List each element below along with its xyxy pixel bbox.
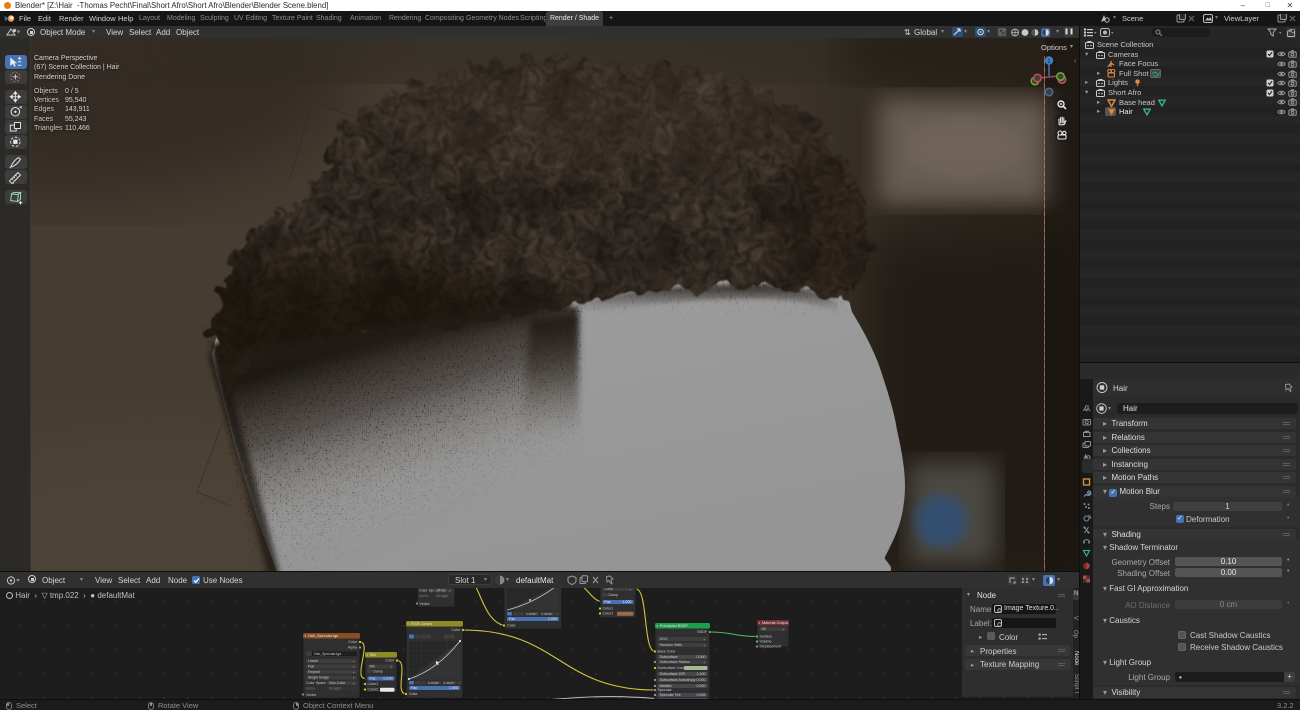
- svg-text:Principled BSDF: Principled BSDF: [660, 624, 689, 628]
- svg-text:Color: Color: [605, 588, 614, 591]
- svg-text:Alpha: Alpha: [348, 646, 357, 650]
- svg-text:Color2: Color2: [603, 612, 614, 616]
- svg-text:0.100: 0.100: [384, 677, 393, 681]
- svg-text:Subsurface Color: Subsurface Color: [658, 666, 687, 670]
- svg-text:GGX: GGX: [660, 637, 669, 641]
- svg-text:Displacement: Displacement: [760, 645, 782, 649]
- svg-text:1.000: 1.000: [449, 686, 458, 690]
- svg-text:0.48487: 0.48487: [444, 681, 455, 685]
- svg-text:Color: Color: [385, 659, 394, 663]
- svg-text:Surface: Surface: [760, 635, 772, 639]
- svg-text:0.000: 0.000: [697, 678, 706, 682]
- svg-text:Specular: Specular: [658, 688, 673, 692]
- svg-text:Fac: Fac: [605, 600, 611, 604]
- svg-text:1.000: 1.000: [623, 600, 632, 604]
- svg-text:1.400: 1.400: [697, 672, 706, 676]
- svg-text:0.48487: 0.48487: [526, 612, 537, 616]
- svg-text:All: All: [762, 627, 766, 631]
- svg-text:0.000: 0.000: [697, 684, 706, 688]
- svg-text:Color1: Color1: [368, 682, 379, 686]
- svg-text:Clamp: Clamp: [373, 670, 383, 674]
- svg-text:0.008: 0.008: [697, 693, 706, 697]
- svg-text:Specular Tint: Specular Tint: [660, 693, 681, 697]
- svg-text:0.000: 0.000: [697, 655, 706, 659]
- svg-text:Base Color: Base Color: [658, 650, 677, 654]
- svg-text:Subsurface IOR: Subsurface IOR: [660, 672, 686, 676]
- svg-text:Vector: Vector: [306, 693, 317, 697]
- svg-text:Color1: Color1: [603, 607, 614, 611]
- svg-text:Mix: Mix: [370, 665, 376, 669]
- svg-text:Vector: Vector: [420, 602, 431, 606]
- svg-text:Subsurface Radius: Subsurface Radius: [660, 660, 691, 664]
- svg-text:Alpha: Alpha: [306, 687, 315, 691]
- svg-text:Volume: Volume: [760, 640, 772, 644]
- svg-text:Linear: Linear: [308, 659, 319, 663]
- svg-text:Straight: Straight: [329, 687, 341, 691]
- svg-text:1.000: 1.000: [548, 617, 557, 621]
- svg-text:Color: Color: [451, 628, 460, 632]
- svg-text:Subsurface Anisotropy: Subsurface Anisotropy: [660, 678, 696, 682]
- svg-text:Color Space: Color Space: [306, 681, 326, 685]
- svg-text:Color2: Color2: [368, 688, 379, 692]
- svg-text:Mix: Mix: [370, 653, 376, 657]
- svg-text:Material Output: Material Output: [762, 621, 789, 625]
- svg-text:Subsurface: Subsurface: [660, 655, 678, 659]
- svg-text:Color: Color: [348, 640, 357, 644]
- svg-text:RGB Curves: RGB Curves: [411, 622, 432, 626]
- svg-text:Non-Color: Non-Color: [329, 681, 346, 685]
- svg-text:Fac: Fac: [370, 677, 376, 681]
- svg-text:Repeat: Repeat: [308, 670, 320, 674]
- svg-text:Hair_Specular.tga: Hair_Specular.tga: [314, 652, 341, 656]
- svg-text:Color: Color: [409, 692, 418, 696]
- svg-text:Alpha: Alpha: [419, 594, 428, 598]
- svg-text:0.48486: 0.48486: [428, 681, 439, 685]
- svg-text:sRGB: sRGB: [436, 589, 446, 593]
- svg-text:Random Walk: Random Walk: [660, 643, 683, 647]
- svg-text:Hair_Specular.tga: Hair_Specular.tga: [308, 634, 339, 638]
- svg-text:Straight: Straight: [436, 594, 448, 598]
- svg-text:Flat: Flat: [308, 665, 314, 669]
- svg-text:BSDF: BSDF: [697, 630, 707, 634]
- svg-text:Clamp: Clamp: [608, 593, 618, 597]
- svg-text:Single Image: Single Image: [308, 676, 329, 680]
- svg-text:Color: Color: [507, 624, 516, 628]
- svg-text:Fac: Fac: [411, 686, 417, 690]
- svg-text:0.48487: 0.48487: [542, 612, 553, 616]
- svg-text:Fac: Fac: [509, 617, 515, 621]
- svg-text:z: z: [1048, 59, 1051, 65]
